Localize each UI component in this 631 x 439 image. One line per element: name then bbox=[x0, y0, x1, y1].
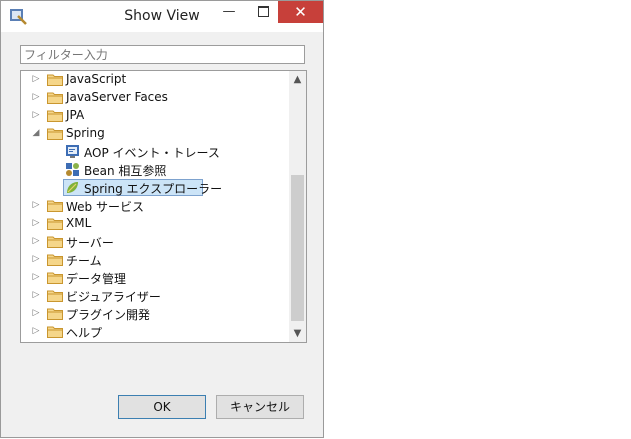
tree-item[interactable]: ▷ ヘルプ bbox=[21, 323, 289, 341]
collapsed-arrow-icon[interactable]: ▷ bbox=[31, 218, 41, 228]
tree-item-label: プラグイン開発 bbox=[66, 308, 151, 322]
aop-event-trace-icon bbox=[65, 144, 80, 159]
folder-icon bbox=[47, 109, 63, 122]
tree-item-label: Spring bbox=[66, 126, 105, 140]
tree-item-label: Spring エクスプローラー bbox=[84, 182, 223, 196]
tree-item-label: Bean 相互参照 bbox=[84, 164, 167, 178]
maximize-icon bbox=[257, 6, 269, 17]
tree-item[interactable]: Bean 相互参照 bbox=[21, 161, 289, 179]
tree-item-label: XML bbox=[66, 216, 92, 230]
title-bar: Show View — ✕ bbox=[1, 1, 323, 32]
folder-icon bbox=[47, 271, 63, 284]
folder-icon bbox=[47, 235, 63, 248]
tree-item-label: JPA bbox=[66, 108, 85, 122]
collapsed-arrow-icon[interactable]: ▷ bbox=[31, 74, 41, 84]
tree-item[interactable]: ▷ チーム bbox=[21, 251, 289, 269]
collapsed-arrow-icon[interactable]: ▷ bbox=[31, 92, 41, 102]
tree-item[interactable]: ▷ JPA bbox=[21, 107, 289, 125]
maximize-button[interactable] bbox=[246, 1, 280, 23]
collapsed-arrow-icon[interactable]: ▷ bbox=[31, 236, 41, 246]
vertical-scrollbar[interactable]: ▲ ▼ bbox=[289, 71, 306, 342]
tree-item[interactable]: ▷ ビジュアライザー bbox=[21, 287, 289, 305]
tree-item[interactable]: ▷ Web サービス bbox=[21, 197, 289, 215]
ok-button[interactable]: OK bbox=[118, 395, 206, 419]
tree-item-label: ビジュアライザー bbox=[66, 290, 161, 304]
spring-explorer-icon bbox=[65, 180, 80, 195]
tree-item-label: Web サービス bbox=[66, 200, 144, 214]
folder-icon bbox=[47, 199, 63, 212]
folder-icon bbox=[47, 253, 63, 266]
tree-item-label: JavaServer Faces bbox=[66, 90, 168, 104]
tree-item[interactable]: ▷ JavaScript bbox=[21, 71, 289, 89]
tree-item-label: JavaScript bbox=[66, 72, 127, 86]
tree-item-label: サーバー bbox=[66, 236, 114, 250]
folder-icon bbox=[47, 325, 63, 338]
tree-item-label: AOP イベント・トレース bbox=[84, 146, 220, 160]
scrollbar-thumb[interactable] bbox=[291, 175, 304, 321]
minimize-button[interactable]: — bbox=[212, 1, 246, 23]
tree-item[interactable]: ▷ データ管理 bbox=[21, 269, 289, 287]
collapsed-arrow-icon[interactable]: ▷ bbox=[31, 110, 41, 120]
bean-cross-reference-icon bbox=[65, 162, 80, 177]
folder-icon bbox=[47, 127, 63, 140]
tree-item-label: チーム bbox=[66, 254, 102, 268]
collapsed-arrow-icon[interactable]: ▷ bbox=[31, 308, 41, 318]
tree-item-label: データ管理 bbox=[66, 272, 127, 286]
collapsed-arrow-icon[interactable]: ▷ bbox=[31, 254, 41, 264]
filter-input[interactable] bbox=[20, 45, 305, 64]
tree-item[interactable]: ▷ JavaServer Faces bbox=[21, 89, 289, 107]
scroll-up-arrow-icon[interactable]: ▲ bbox=[289, 71, 306, 88]
tree-item[interactable]: ▷ XML bbox=[21, 215, 289, 233]
show-view-dialog: Show View — ✕ ▷ JavaScript ▷ JavaServer Fac… bbox=[0, 0, 324, 438]
tree-item[interactable]: Spring エクスプローラー bbox=[21, 179, 289, 197]
scroll-down-arrow-icon[interactable]: ▼ bbox=[289, 325, 306, 342]
tree-item[interactable]: ◢ Spring bbox=[21, 125, 289, 143]
tree-item[interactable]: ▷ プラグイン開発 bbox=[21, 305, 289, 323]
folder-icon bbox=[47, 73, 63, 86]
view-tree[interactable]: ▷ JavaScript ▷ JavaServer Faces ▷ JPA ◢ Spring A… bbox=[20, 70, 307, 343]
tree-item[interactable]: ▷ サーバー bbox=[21, 233, 289, 251]
expanded-arrow-icon[interactable]: ◢ bbox=[31, 128, 41, 138]
folder-icon bbox=[47, 289, 63, 302]
close-button[interactable]: ✕ bbox=[278, 1, 323, 23]
folder-icon bbox=[47, 307, 63, 320]
collapsed-arrow-icon[interactable]: ▷ bbox=[31, 272, 41, 282]
collapsed-arrow-icon[interactable]: ▷ bbox=[31, 290, 41, 300]
cancel-button[interactable]: キャンセル bbox=[216, 395, 304, 419]
collapsed-arrow-icon[interactable]: ▷ bbox=[31, 200, 41, 210]
folder-icon bbox=[47, 217, 63, 230]
collapsed-arrow-icon[interactable]: ▷ bbox=[31, 326, 41, 336]
folder-icon bbox=[47, 91, 63, 104]
tree-item-label: ヘルプ bbox=[66, 326, 103, 340]
tree-item[interactable]: AOP イベント・トレース bbox=[21, 143, 289, 161]
